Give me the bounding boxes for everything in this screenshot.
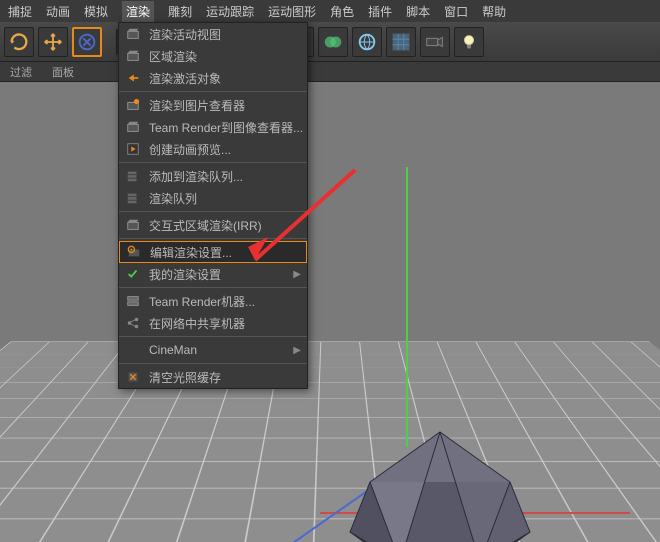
- menu-item[interactable]: 清空光照缓存: [119, 366, 307, 388]
- submenu-arrow-icon: ▶: [293, 345, 301, 356]
- check-icon: [125, 266, 141, 282]
- clapper-icon: [125, 48, 141, 64]
- menu-item-雕刻[interactable]: 雕刻: [168, 3, 192, 20]
- menu-item-label: 交互式区域渲染(IRR): [149, 217, 262, 234]
- menu-item-label: 渲染队列: [149, 190, 197, 207]
- menu-item-label: 区域渲染: [149, 48, 197, 65]
- subbar-面板[interactable]: 面板: [52, 64, 74, 80]
- play-icon: [125, 141, 141, 157]
- menu-item-角色[interactable]: 角色: [330, 3, 354, 20]
- menu-item-label: 渲染活动视图: [149, 26, 221, 43]
- menu-separator: [119, 238, 307, 239]
- y-axis-gizmo: [406, 167, 408, 447]
- menu-separator: [119, 336, 307, 337]
- floor-button[interactable]: [386, 27, 416, 57]
- queue-icon: [125, 168, 141, 184]
- submenu-arrow-icon: ▶: [293, 269, 301, 280]
- menu-separator: [119, 211, 307, 212]
- menu-item-捕捉[interactable]: 捕捉: [8, 3, 32, 20]
- menu-item[interactable]: 渲染到图片查看器: [119, 94, 307, 116]
- environment-button[interactable]: [352, 27, 382, 57]
- deformer-button[interactable]: [318, 27, 348, 57]
- share-icon: [125, 315, 141, 331]
- menu-item-label: Team Render机器...: [149, 293, 255, 310]
- menu-item-label: 编辑渲染设置...: [150, 244, 232, 261]
- menu-separator: [119, 91, 307, 92]
- menu-item-模拟[interactable]: 模拟: [84, 3, 108, 20]
- subbar-过滤[interactable]: 过滤: [10, 64, 32, 80]
- menu-item[interactable]: CineMan ▶: [119, 339, 307, 361]
- menu-item-插件[interactable]: 插件: [368, 3, 392, 20]
- menu-item[interactable]: 渲染激活对象: [119, 67, 307, 89]
- menu-bar: 捕捉动画模拟渲染雕刻运动跟踪运动图形角色插件脚本窗口帮助: [0, 0, 660, 22]
- viewport[interactable]: [0, 82, 660, 542]
- menu-item[interactable]: 区域渲染: [119, 45, 307, 67]
- menu-item-脚本[interactable]: 脚本: [406, 3, 430, 20]
- menu-item-label: 在网络中共享机器: [149, 315, 245, 332]
- main-toolbar: [0, 22, 660, 62]
- menu-item[interactable]: Team Render到图像查看器...: [119, 116, 307, 138]
- menu-item-label: 创建动画预览...: [149, 141, 231, 158]
- menu-separator: [119, 363, 307, 364]
- render-menu-dropdown: 渲染活动视图区域渲染渲染激活对象渲染到图片查看器 Team Render到图像查看…: [118, 22, 308, 389]
- menu-item-label: 添加到渲染队列...: [149, 168, 243, 185]
- blank-icon: [125, 342, 141, 358]
- move-button[interactable]: [38, 27, 68, 57]
- menu-item-运动图形[interactable]: 运动图形: [268, 3, 316, 20]
- menu-item-label: 清空光照缓存: [149, 369, 221, 386]
- clapper-icon: [125, 119, 141, 135]
- undo-button[interactable]: [4, 27, 34, 57]
- menu-item[interactable]: 渲染活动视图: [119, 23, 307, 45]
- menu-separator: [119, 287, 307, 288]
- icosahedron-object[interactable]: [340, 422, 540, 542]
- menu-item-窗口[interactable]: 窗口: [444, 3, 468, 20]
- menu-item[interactable]: Team Render机器...: [119, 290, 307, 312]
- menu-item-渲染[interactable]: 渲染: [122, 1, 154, 22]
- menu-item-label: 渲染到图片查看器: [149, 97, 245, 114]
- clear-icon: [125, 369, 141, 385]
- menu-item-label: 我的渲染设置: [149, 266, 221, 283]
- arrow-icon: [125, 70, 141, 86]
- sub-toolbar: 过滤 面板: [0, 62, 660, 82]
- menu-separator: [119, 162, 307, 163]
- menu-item-运动跟踪[interactable]: 运动跟踪: [206, 3, 254, 20]
- server-icon: [125, 293, 141, 309]
- clapper-orange-icon: [125, 97, 141, 113]
- menu-item[interactable]: 交互式区域渲染(IRR): [119, 214, 307, 236]
- menu-item-label: Team Render到图像查看器...: [149, 119, 303, 136]
- menu-item[interactable]: 编辑渲染设置...: [119, 241, 307, 263]
- menu-item[interactable]: 创建动画预览...: [119, 138, 307, 160]
- menu-item-label: CineMan: [149, 343, 197, 357]
- menu-item-动画[interactable]: 动画: [46, 3, 70, 20]
- camera-button[interactable]: [420, 27, 450, 57]
- queue-icon: [125, 190, 141, 206]
- scale-button[interactable]: [72, 27, 102, 57]
- light-button[interactable]: [454, 27, 484, 57]
- menu-item[interactable]: 在网络中共享机器: [119, 312, 307, 334]
- menu-item-label: 渲染激活对象: [149, 70, 221, 87]
- menu-item[interactable]: 我的渲染设置 ▶: [119, 263, 307, 285]
- gear-orange-icon: [126, 244, 142, 260]
- menu-item-帮助[interactable]: 帮助: [482, 3, 506, 20]
- clapper-icon: [125, 26, 141, 42]
- menu-item[interactable]: 渲染队列: [119, 187, 307, 209]
- menu-item[interactable]: 添加到渲染队列...: [119, 165, 307, 187]
- clapper-icon: [125, 217, 141, 233]
